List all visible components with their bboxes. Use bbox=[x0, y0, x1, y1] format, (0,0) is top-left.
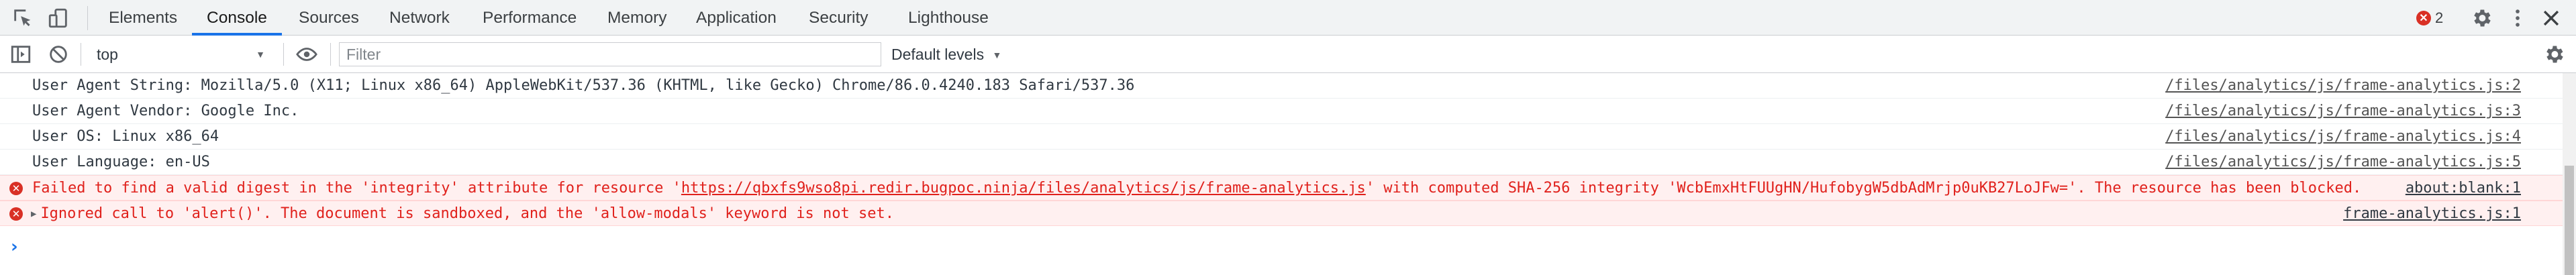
tab-console[interactable]: Console bbox=[192, 0, 282, 36]
tab-performance[interactable]: Performance bbox=[468, 0, 591, 36]
tab-sources[interactable]: Sources bbox=[284, 0, 374, 36]
log-message: User OS: Linux x86_64 /files/analytics/j… bbox=[0, 124, 2563, 150]
log-levels-label: Default levels bbox=[891, 46, 985, 63]
tab-elements[interactable]: Elements bbox=[94, 0, 192, 36]
vertical-scrollbar[interactable] bbox=[2563, 73, 2576, 275]
toolbar-divider bbox=[330, 43, 331, 66]
error-text-before: Failed to find a valid digest in the 'in… bbox=[32, 180, 681, 197]
error-icon: ✕ bbox=[2416, 11, 2431, 25]
context-selector[interactable]: top ▼ bbox=[89, 42, 273, 66]
log-message: User Language: en-US /files/analytics/js… bbox=[0, 150, 2563, 175]
tab-application[interactable]: Application bbox=[681, 0, 791, 36]
console-toolbar: top ▼ Default levels ▼ bbox=[0, 36, 2576, 73]
log-message: User Agent String: Mozilla/5.0 (X11; Lin… bbox=[0, 73, 2563, 99]
error-count: 2 bbox=[2435, 9, 2444, 26]
device-toolbar-icon[interactable] bbox=[47, 7, 70, 30]
source-link[interactable]: about:blank:1 bbox=[2406, 176, 2521, 201]
resource-link[interactable]: https://qbxfs9wso8pi.redir.bugpoc.ninja/… bbox=[681, 180, 1366, 197]
log-text: User Agent Vendor: Google Inc. bbox=[32, 103, 299, 119]
close-icon[interactable] bbox=[2540, 7, 2563, 30]
dropdown-arrow-icon: ▼ bbox=[992, 50, 1002, 60]
log-levels-dropdown[interactable]: Default levels ▼ bbox=[891, 42, 1001, 66]
error-icon: ✕ bbox=[9, 182, 23, 195]
toolbar-divider bbox=[283, 43, 284, 66]
tab-lighthouse[interactable]: Lighthouse bbox=[893, 0, 1003, 36]
log-text: User Language: en-US bbox=[32, 154, 210, 170]
more-options-icon[interactable] bbox=[2506, 7, 2529, 30]
source-link[interactable]: /files/analytics/js/frame-analytics.js:2 bbox=[2165, 73, 2521, 99]
tab-network[interactable]: Network bbox=[375, 0, 464, 36]
clear-console-icon[interactable] bbox=[47, 43, 70, 66]
live-expression-eye-icon[interactable] bbox=[295, 43, 318, 66]
source-link[interactable]: /files/analytics/js/frame-analytics.js:4 bbox=[2165, 124, 2521, 150]
error-text-after: ' with computed SHA-256 integrity 'WcbEm… bbox=[1365, 180, 2362, 197]
log-text: User OS: Linux x86_64 bbox=[32, 128, 219, 145]
error-text: ▶ Ignored call to 'alert()'. The document… bbox=[31, 201, 894, 228]
console-settings-gear-icon[interactable] bbox=[2542, 43, 2565, 66]
error-text-body: Ignored call to 'alert()'. The document … bbox=[40, 205, 894, 222]
devtools-tab-bar: Elements Console Sources Network Perform… bbox=[0, 0, 2576, 36]
error-icon: ✕ bbox=[9, 207, 23, 221]
context-value: top bbox=[97, 46, 118, 63]
log-text: User Agent String: Mozilla/5.0 (X11; Lin… bbox=[32, 77, 1135, 94]
source-link[interactable]: /files/analytics/js/frame-analytics.js:3 bbox=[2165, 99, 2521, 124]
error-text: Failed to find a valid digest in the 'in… bbox=[32, 176, 2361, 201]
error-message: ✕ Failed to find a valid digest in the '… bbox=[0, 175, 2563, 201]
source-link[interactable]: /files/analytics/js/frame-analytics.js:5 bbox=[2165, 150, 2521, 175]
scrollbar-thumb[interactable] bbox=[2565, 166, 2574, 275]
filter-input[interactable] bbox=[339, 42, 881, 66]
settings-gear-icon[interactable] bbox=[2470, 7, 2493, 30]
console-prompt-icon[interactable]: › bbox=[11, 237, 18, 257]
inspect-element-icon[interactable] bbox=[11, 7, 34, 30]
toolbar-divider bbox=[87, 6, 88, 30]
tab-security[interactable]: Security bbox=[794, 0, 883, 36]
expand-triangle-icon[interactable]: ▶ bbox=[31, 209, 36, 219]
dropdown-arrow-icon: ▼ bbox=[256, 49, 265, 60]
error-count-badge[interactable]: ✕ 2 bbox=[2416, 9, 2443, 27]
tab-memory[interactable]: Memory bbox=[593, 0, 681, 36]
console-messages: User Agent String: Mozilla/5.0 (X11; Lin… bbox=[0, 73, 2563, 275]
error-message: ✕ ▶ Ignored call to 'alert()'. The docume… bbox=[0, 201, 2563, 226]
source-link[interactable]: frame-analytics.js:1 bbox=[2343, 201, 2521, 227]
show-sidebar-icon[interactable] bbox=[9, 43, 32, 66]
log-message: User Agent Vendor: Google Inc. /files/an… bbox=[0, 99, 2563, 124]
